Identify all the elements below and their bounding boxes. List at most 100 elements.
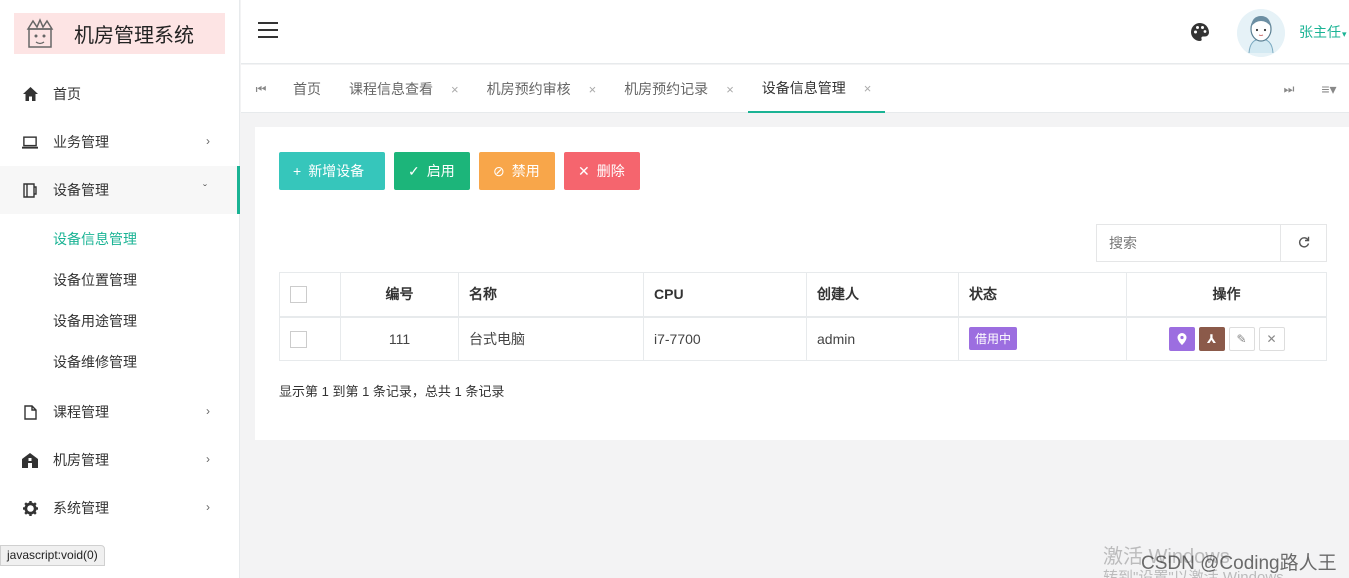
cell-status: 借用中 xyxy=(958,316,1127,361)
status-badge: 借用中 xyxy=(969,327,1018,351)
add-device-button[interactable]: + 新增设备 xyxy=(279,152,385,190)
chevron-down-icon: ˇ xyxy=(203,182,207,196)
ban-icon: ⊘ xyxy=(493,162,505,179)
sidebar-item-label: 设备管理 xyxy=(53,182,109,198)
column-header[interactable]: 创建人 xyxy=(806,272,959,318)
close-icon[interactable]: × xyxy=(864,81,872,96)
table-row[interactable]: 111 台式电脑 i7-7700 admin 借用中 ⅄ ✎ ✕ xyxy=(279,316,1327,361)
column-header: 操作 xyxy=(1126,272,1327,318)
cell-actions: ⅄ ✎ ✕ xyxy=(1126,316,1327,361)
tab-label: 首页 xyxy=(293,81,321,97)
sidebar-item-room[interactable]: 机房管理 › xyxy=(0,436,240,484)
select-all-checkbox[interactable] xyxy=(290,286,307,304)
tab-course-info[interactable]: 课程信息查看 × xyxy=(335,65,473,113)
check-icon: ✓ xyxy=(408,162,420,179)
sidebar-item-home[interactable]: 首页 xyxy=(0,70,240,118)
close-icon[interactable]: × xyxy=(451,82,459,97)
device-icon xyxy=(22,182,38,198)
delete-button[interactable]: ✕ 删除 xyxy=(564,152,640,190)
select-all-cell xyxy=(279,272,341,318)
top-header: 张主任▾ xyxy=(241,0,1349,64)
tab-room-booking-records[interactable]: 机房预约记录 × xyxy=(610,65,748,113)
submenu-item-device-info[interactable]: 设备信息管理 xyxy=(0,218,240,259)
home-icon xyxy=(22,86,38,102)
column-header[interactable]: 名称 xyxy=(458,272,644,318)
file-icon xyxy=(22,404,38,420)
tab-scroll-right-icon[interactable]: ⏭ xyxy=(1269,65,1309,113)
crown-robot-icon xyxy=(22,16,58,52)
sidebar-item-label: 系统管理 xyxy=(53,500,109,516)
sidebar: 机房管理系统 首页 业务管理 › 设备管理 ˇ 设备信息管理 设备位置管理 设备… xyxy=(0,0,240,578)
palette-icon[interactable] xyxy=(1190,22,1210,42)
action-toolbar: + 新增设备 ✓ 启用 ⊘ 禁用 ✕ 删除 xyxy=(279,152,640,190)
chevron-right-icon: › xyxy=(206,134,210,148)
tab-label: 课程信息查看 xyxy=(349,81,433,97)
pagination-info: 显示第 1 到第 1 条记录，总共 1 条记录 xyxy=(279,384,505,399)
laptop-icon xyxy=(22,134,38,150)
refresh-button[interactable] xyxy=(1280,224,1327,262)
user-menu[interactable]: 张主任▾ xyxy=(1299,22,1347,42)
enable-button[interactable]: ✓ 启用 xyxy=(394,152,470,190)
location-button[interactable] xyxy=(1168,326,1195,351)
disable-button[interactable]: ⊘ 禁用 xyxy=(479,152,555,190)
chevron-right-icon: › xyxy=(206,452,210,466)
sidebar-item-label: 首页 xyxy=(53,86,81,102)
tab-home[interactable]: 首页 xyxy=(279,65,335,113)
remove-button[interactable]: ✕ xyxy=(1258,326,1285,351)
pencil-icon: ✎ xyxy=(1236,331,1247,346)
sidebar-item-system[interactable]: 系统管理 › xyxy=(0,484,240,532)
device-submenu: 设备信息管理 设备位置管理 设备用途管理 设备维修管理 xyxy=(0,214,240,388)
gear-icon xyxy=(22,500,38,516)
tab-label: 设备信息管理 xyxy=(761,80,846,96)
user-avatar[interactable] xyxy=(1237,9,1285,57)
search-input[interactable] xyxy=(1096,224,1281,262)
csdn-watermark: CSDN @Coding路人王 xyxy=(1141,553,1337,574)
button-label: 启用 xyxy=(426,163,455,179)
close-icon: ✕ xyxy=(1266,331,1277,346)
submenu-item-device-location[interactable]: 设备位置管理 xyxy=(0,259,240,300)
button-label: 删除 xyxy=(596,163,625,179)
app-title: 机房管理系统 xyxy=(74,25,194,47)
menu-toggle-icon[interactable] xyxy=(258,22,278,38)
table-header-row: 编号 名称 CPU 创建人 状态 操作 xyxy=(279,272,1327,318)
close-icon[interactable]: × xyxy=(589,82,597,97)
sidebar-item-label: 业务管理 xyxy=(53,134,109,150)
lambda-icon: ⅄ xyxy=(1206,331,1217,346)
tab-bar: ⏮ 首页 课程信息查看 × 机房预约审核 × 机房预约记录 × 设备信息管理 × ⏭ ≡… xyxy=(241,65,1349,113)
chevron-right-icon: › xyxy=(206,404,210,418)
submenu-item-device-usage[interactable]: 设备用途管理 xyxy=(0,300,240,341)
close-icon: ✕ xyxy=(578,162,590,179)
building-icon xyxy=(22,452,38,468)
usage-button[interactable]: ⅄ xyxy=(1198,326,1225,351)
tab-room-booking-review[interactable]: 机房预约审核 × xyxy=(473,65,611,113)
submenu-item-device-repair[interactable]: 设备维修管理 xyxy=(0,341,240,382)
app-logo[interactable]: 机房管理系统 xyxy=(14,13,225,54)
column-header[interactable]: 状态 xyxy=(958,272,1127,318)
tab-scroll-left-icon[interactable]: ⏮ xyxy=(241,65,281,113)
chevron-right-icon: › xyxy=(206,500,210,514)
close-icon[interactable]: × xyxy=(726,82,734,97)
tab-menu-icon[interactable]: ≡▾ xyxy=(1309,65,1349,113)
column-header[interactable]: CPU xyxy=(643,272,807,318)
sidebar-item-business[interactable]: 业务管理 › xyxy=(0,118,240,166)
column-header[interactable]: 编号 xyxy=(340,272,459,318)
cell-id: 111 xyxy=(340,316,459,361)
username-label: 张主任 xyxy=(1299,24,1341,40)
tab-device-info[interactable]: 设备信息管理 × xyxy=(747,65,886,113)
row-select-cell xyxy=(279,316,341,361)
sidebar-item-label: 机房管理 xyxy=(53,452,109,468)
button-label: 禁用 xyxy=(511,163,540,179)
caret-down-icon: ▾ xyxy=(1342,29,1347,39)
cell-cpu: i7-7700 xyxy=(643,316,807,361)
button-label: 新增设备 xyxy=(308,163,365,179)
device-panel: + 新增设备 ✓ 启用 ⊘ 禁用 ✕ 删除 编号 名称 CPU 创建人 状态 操作 11… xyxy=(255,127,1349,440)
row-checkbox[interactable] xyxy=(290,330,307,348)
plus-icon: + xyxy=(293,163,302,179)
tab-list: 首页 课程信息查看 × 机房预约审核 × 机房预约记录 × 设备信息管理 × xyxy=(279,65,886,113)
tab-label: 机房预约记录 xyxy=(624,81,709,97)
tab-label: 机房预约审核 xyxy=(486,81,571,97)
sidebar-item-course[interactable]: 课程管理 › xyxy=(0,388,240,436)
sidebar-nav: 首页 业务管理 › 设备管理 ˇ 设备信息管理 设备位置管理 设备用途管理 设备… xyxy=(0,70,240,532)
sidebar-item-device[interactable]: 设备管理 ˇ xyxy=(0,166,240,214)
edit-button[interactable]: ✎ xyxy=(1228,326,1255,351)
